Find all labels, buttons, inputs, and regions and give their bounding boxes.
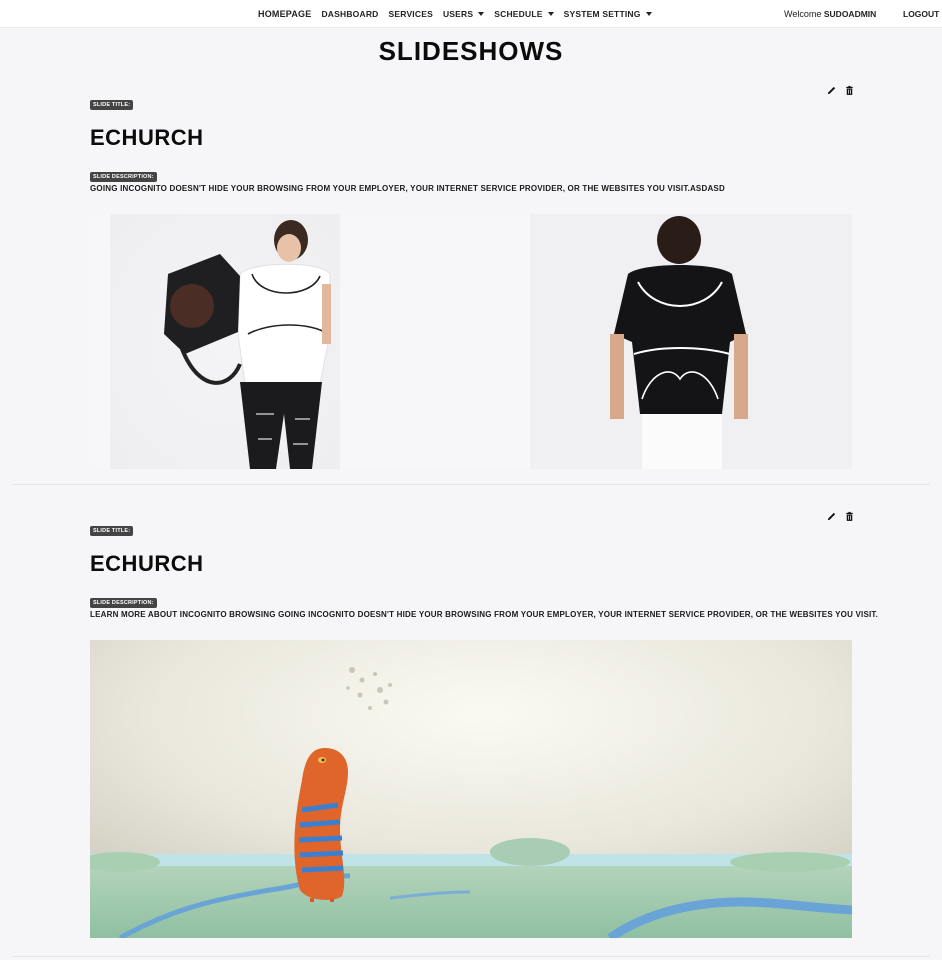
nav-system-setting-label: System Setting — [563, 9, 641, 19]
nav-system-setting[interactable]: System Setting — [564, 9, 652, 19]
caret-down-icon — [478, 12, 485, 16]
slide-title-tag: SLIDE TITLE: — [90, 526, 134, 536]
nav-dashboard[interactable]: Dashboard — [321, 9, 378, 19]
creature-illustration — [90, 640, 852, 938]
slide-description-tag: SLIDE DESCRIPTION: — [90, 172, 157, 182]
nav-services-label: Services — [388, 9, 433, 19]
fashion-photo — [90, 214, 852, 469]
nav-homepage-label: Homepage — [258, 9, 312, 19]
nav-users[interactable]: Users — [442, 9, 485, 19]
pencil-icon[interactable] — [826, 85, 837, 96]
welcome-text: Welcome SUDOADMIN — [784, 9, 876, 19]
nav-users-label: Users — [442, 9, 474, 19]
nav-homepage[interactable]: Homepage — [258, 9, 311, 19]
pencil-icon[interactable] — [826, 511, 837, 522]
slide-title: ECHURCH — [90, 551, 204, 576]
caret-down-icon — [645, 12, 652, 16]
caret-down-icon — [547, 12, 554, 16]
slide-divider — [12, 956, 930, 957]
logout-link[interactable]: LOGOUT — [903, 9, 939, 19]
nav-schedule[interactable]: Schedule — [494, 9, 554, 19]
main-menu: Homepage Dashboard Services Users Schedu… — [258, 0, 652, 28]
slide-title: ECHURCH — [90, 125, 204, 150]
slide-image-illustration — [90, 640, 852, 938]
slide-description-tag: SLIDE DESCRIPTION: — [90, 598, 157, 608]
slide-image-fashion — [90, 214, 852, 469]
nav-services[interactable]: Services — [389, 9, 433, 19]
slide-actions — [826, 511, 855, 522]
welcome-prefix: Welcome — [784, 9, 822, 19]
slide-description: Learn more about Incognito browsing Goin… — [90, 610, 879, 619]
slide-divider — [12, 484, 930, 485]
trash-icon[interactable] — [844, 85, 855, 96]
slide-description: Going Incognito doesn't hide your browsi… — [90, 184, 725, 193]
top-navbar: Homepage Dashboard Services Users Schedu… — [0, 0, 942, 28]
slide-title-tag: SLIDE TITLE: — [90, 100, 134, 110]
nav-dashboard-label: Dashboard — [321, 9, 379, 19]
page-title: SLIDESHOWS — [378, 36, 564, 66]
slide-actions — [826, 85, 855, 96]
nav-schedule-label: Schedule — [494, 9, 543, 19]
trash-icon[interactable] — [844, 511, 855, 522]
username: SUDOADMIN — [823, 9, 877, 19]
